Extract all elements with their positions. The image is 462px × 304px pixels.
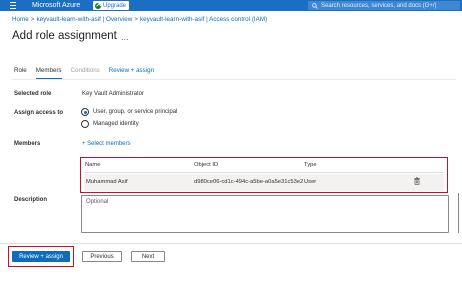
breadcrumb: Home > keyvault-learn-with-asif | Overview… [12,16,267,23]
page-title: Add role assignment [12,30,117,42]
tab-divider [12,79,456,80]
member-type: User [304,179,317,185]
select-members-link[interactable]: + Select members [82,141,131,147]
radio-managed-identity[interactable]: Managed identity [81,120,139,128]
next-button[interactable]: Next [131,251,165,262]
more-options-icon[interactable]: ... [121,32,129,42]
header-divider [84,172,444,173]
member-name: Muhammad Asif [86,179,128,185]
search-placeholder: Search resources, services, and docs (G+… [321,2,437,9]
description-placeholder: Optional [86,199,109,205]
column-header-name: Name [85,162,101,168]
selected-role-value: Key Vault Administrator [82,91,144,97]
footer-divider [0,243,462,244]
breadcrumb-home[interactable]: Home [12,16,29,23]
breadcrumb-overview[interactable]: keyvault-learn-with-asif | Overview [36,16,132,23]
members-table: Name Object ID Type Muhammad Asif d980ce… [80,157,448,193]
description-textarea[interactable]: Optional [81,195,449,233]
tab-conditions[interactable]: Conditions [71,67,100,79]
search-icon [312,2,318,9]
tab-review-assign[interactable]: Review + assign [109,67,154,79]
description-label: Description [14,197,48,203]
breadcrumb-iam[interactable]: keyvault-learn-with-asif | Access contro… [140,16,267,23]
hamburger-menu-icon[interactable] [10,2,16,9]
upgrade-label: Upgrade [103,2,127,9]
wizard-tabs: Role Members Conditions Review + assign [14,67,163,79]
column-header-type: Type [304,162,317,168]
tab-role[interactable]: Role [14,67,27,79]
brand-name[interactable]: Microsoft Azure [32,0,80,11]
radio-unchecked-icon[interactable] [81,120,89,128]
upgrade-button[interactable]: Upgrade [93,1,130,10]
previous-button[interactable]: Previous [82,251,122,262]
radio-user-group-sp-label: User, group, or service principal [93,109,178,115]
member-object-id: d980ce06-cd1c-494c-a5be-a0a5e31c53e2 [194,179,304,185]
column-header-object-id: Object ID [194,162,219,168]
breadcrumb-separator: > [134,16,138,23]
radio-managed-identity-label: Managed identity [93,121,139,127]
panel-edge [458,193,459,233]
breadcrumb-separator: > [30,16,35,23]
assign-access-label: Assign access to [14,110,64,116]
global-search-input[interactable]: Search resources, services, and docs (G+… [308,1,460,10]
azure-top-bar: Microsoft Azure Upgrade Search resources… [0,0,462,11]
upgrade-arrow-icon [95,2,101,9]
selected-role-label: Selected role [14,91,52,97]
tab-members[interactable]: Members [35,67,62,79]
radio-user-group-sp[interactable]: User, group, or service principal [81,108,177,116]
delete-trash-icon[interactable] [414,177,420,185]
members-label: Members [14,141,41,147]
review-assign-button[interactable]: Review + assign [12,251,70,262]
radio-checked-icon[interactable] [81,108,89,116]
